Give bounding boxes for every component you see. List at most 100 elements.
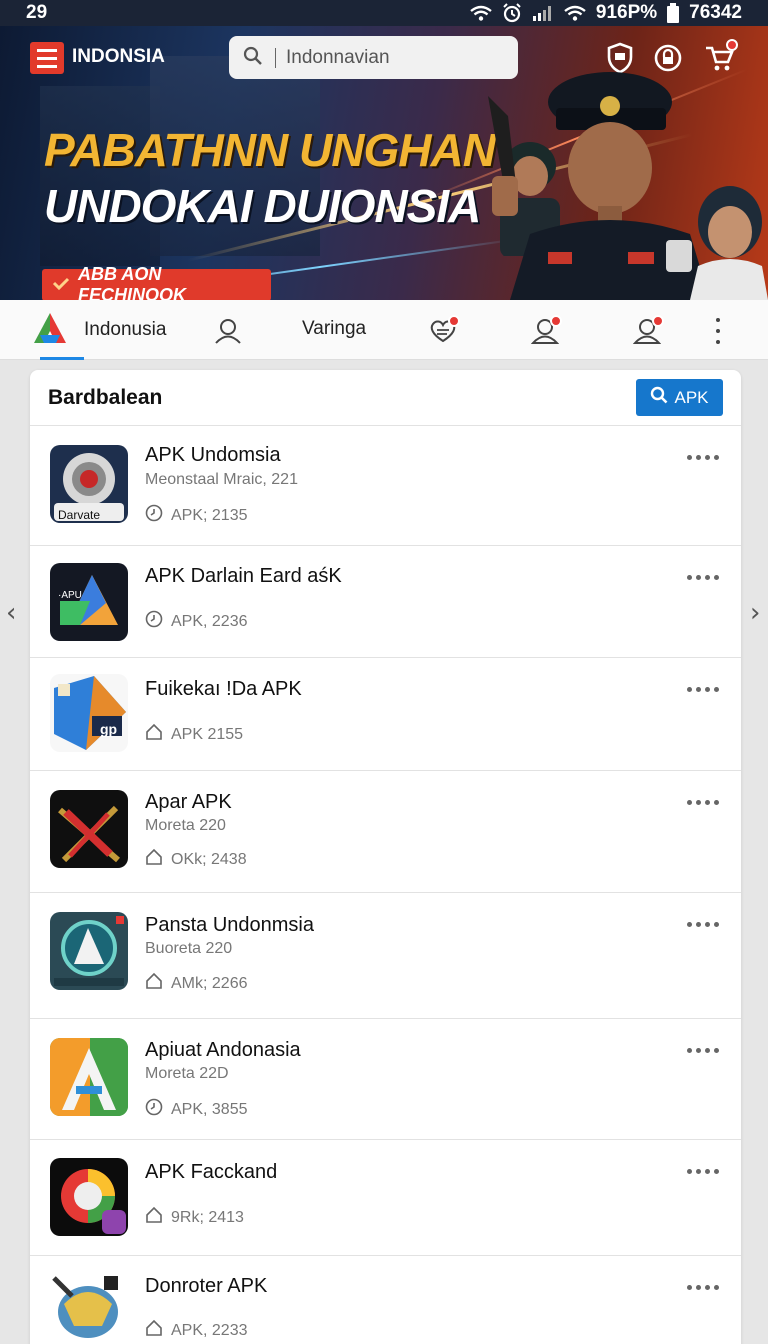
more-horizontal-icon[interactable] [687,455,719,460]
status-battery-text: 76342 [689,2,742,23]
app-meta-text: APK 2155 [171,725,244,743]
app-meta: AMk; 2266 [145,972,247,995]
hero-cta-button[interactable]: ABB AON FECHINOOK [42,264,271,300]
hero-headline-line-1: PABATHNN UNGHAN [44,124,496,176]
status-right: 916P% 76342 [470,2,742,24]
a-logo-icon [32,311,68,349]
app-meta: APK, 2236 [145,610,248,633]
more-horizontal-icon[interactable] [687,687,719,692]
card-header: Bardbalean APK [30,370,741,426]
tab-second-label[interactable]: Varinga [302,318,366,340]
app-name: APK Darlain Eard aśK [145,565,342,587]
notification-badge [652,315,664,327]
app-icon [50,563,128,641]
app-name: Apar APK [145,791,232,813]
app-subtitle: Moreta 220 [145,817,226,834]
app-subtitle: Meonstaal Mraic, 221 [145,471,298,488]
clock-icon [145,1098,163,1121]
notification-dot [726,39,738,51]
list-item[interactable]: Apiuat Andonasia Moreta 22D APK, 3855 [30,1019,741,1140]
app-icon-label: Darvate [58,508,101,522]
status-time: 29 [26,2,48,23]
wifi-icon [470,5,492,21]
list-item[interactable]: Darvate APK Undomsia Meonstaal Mraic, 22… [30,426,741,546]
home-icon [145,1206,163,1229]
list-item[interactable]: APK Facckand 9Rk; 2413 [30,1140,741,1256]
alarm-icon [502,3,522,23]
hero-cta-label: ABB AON FECHINOOK [78,264,186,300]
more-horizontal-icon[interactable] [687,1285,719,1290]
app-name: APK Undomsia [145,444,281,466]
card-title: Bardbalean [48,385,163,409]
apk-button-label: APK [674,387,709,407]
officer-illustration [488,72,710,300]
app-icon-label: ·APU [58,590,82,601]
search-icon [243,46,263,70]
user-alert-icon[interactable] [632,315,664,346]
status-bar: 29 916P% 76342 [0,0,768,26]
app-meta: APK 2155 [145,723,243,746]
more-horizontal-icon[interactable] [687,1048,719,1053]
heart-chat-icon[interactable] [428,315,460,346]
app-icon-label: gp [100,721,118,737]
notification-badge [448,315,460,327]
user-icon[interactable] [213,316,243,346]
app-meta: APK, 2233 [145,1319,248,1342]
chevron-right-icon[interactable]: › [750,598,760,628]
app-meta-text: APK; 2135 [171,506,248,524]
more-vertical-icon[interactable] [708,318,728,344]
menu-button[interactable] [30,42,64,74]
app-meta: APK; 2135 [145,504,248,527]
status-right-text: 916P% [595,2,658,23]
app-icon [50,790,128,868]
app-icon [50,1270,128,1344]
brand-name: INDONSIA [72,46,165,67]
app-icon [50,912,128,990]
signal-icon [532,5,554,21]
wifi-icon-2 [564,5,586,21]
tab-bar: Indonusia Varinga [0,300,768,360]
list-item[interactable]: Donroter APK APK, 2233 [30,1256,741,1344]
chevron-left-icon[interactable]: ‹ [6,598,16,628]
more-horizontal-icon[interactable] [687,922,719,927]
more-horizontal-icon[interactable] [687,1169,719,1174]
tab-home-label: Indonusia [84,319,167,340]
list-item[interactable]: Apar APK Moreta 220 OKk; 2438 [30,771,741,893]
app-meta-text: APK, 2233 [171,1321,248,1339]
tab-home[interactable]: Indonusia [32,300,166,360]
app-list-card: Bardbalean APK Darvate APK Undomsia Meon… [30,370,741,1344]
app-meta-text: APK, 3855 [171,1100,248,1118]
app-meta: OKk; 2438 [145,848,247,871]
list-item[interactable]: ·APU APK Darlain Eard aśK APK, 2236 [30,546,741,658]
more-horizontal-icon[interactable] [687,800,719,805]
app-subtitle: Moreta 22D [145,1065,229,1082]
home-icon [145,1319,163,1342]
hero-headline: PABATHNN UNGHAN UNDOKAI DUIONSIA [44,122,496,234]
app-meta-text: APK, 2236 [171,612,248,630]
app-name: Pansta Undonmsia [145,914,314,936]
app-meta-text: AMk; 2266 [171,974,248,992]
search-query: Indonnavian [286,46,390,68]
app-subtitle: Buoreta 220 [145,940,233,957]
clock-icon [145,504,163,527]
home-icon [145,723,163,746]
app-name: Apiuat Andonasia [145,1039,301,1061]
search-icon [650,386,668,409]
list-item[interactable]: gp Fuikekaı !Da APK APK 2155 [30,658,741,771]
more-horizontal-icon[interactable] [687,575,719,580]
tab-active-indicator [40,357,84,360]
officer-illustration-right [690,186,768,300]
app-icon [50,1038,128,1116]
list-item[interactable]: Pansta Undonmsia Buoreta 220 AMk; 2266 [30,893,741,1019]
app-name: APK Facckand [145,1161,278,1183]
home-icon [145,972,163,995]
apk-search-button[interactable]: APK [636,379,723,416]
hero-banner[interactable]: INDONSIA Indonnavian PABATHNN UNGHAN UND… [0,26,768,300]
app-name: Fuikekaı !Da APK [145,678,302,700]
app-icon [50,1158,128,1236]
app-meta: 9Rk; 2413 [145,1206,244,1229]
user-alert-icon[interactable] [530,315,562,346]
notification-badge [550,315,562,327]
app-meta-text: OKk; 2438 [171,850,247,868]
app-name: Donroter APK [145,1275,268,1297]
